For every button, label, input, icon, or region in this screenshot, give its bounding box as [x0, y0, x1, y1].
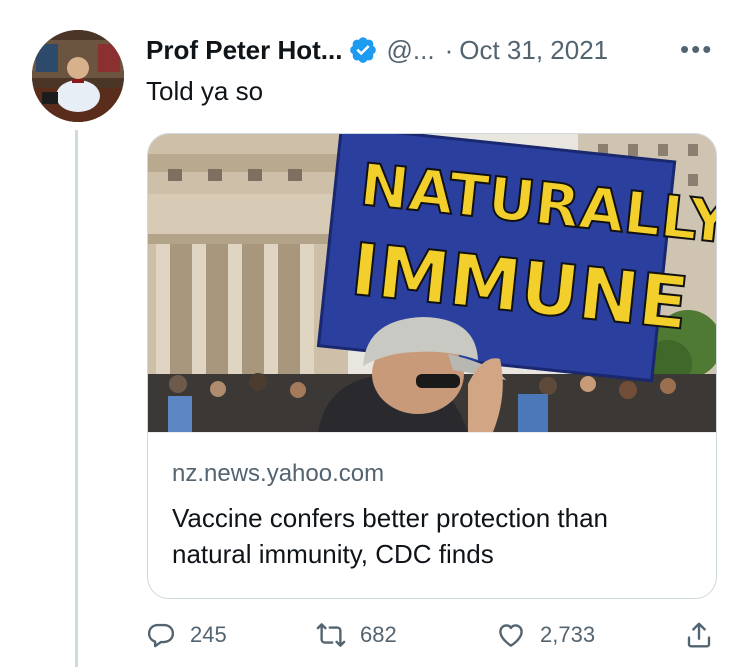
action-bar: 245 682 2,733	[146, 620, 716, 656]
card-domain: nz.news.yahoo.com	[172, 460, 385, 487]
tweet-header: Prof Peter Hot... @... · Oct 31, 2021	[146, 30, 608, 70]
card-title: Vaccine confers better protection than n…	[172, 503, 608, 569]
thread-line	[75, 130, 78, 667]
more-icon[interactable]: •••	[680, 34, 713, 65]
like-count: 2,733	[540, 622, 596, 647]
retweet-count: 682	[360, 622, 397, 647]
like-button[interactable]: 2,733	[496, 620, 595, 650]
card-image: NATURALLY IMMUNE	[148, 134, 716, 432]
reply-icon	[147, 623, 175, 648]
retweet-icon	[316, 623, 346, 647]
author-name[interactable]: Prof Peter Hot...	[146, 35, 342, 66]
header-separator: ·	[444, 34, 454, 65]
tweet-date[interactable]: Oct 31, 2021	[459, 35, 608, 66]
share-button[interactable]	[684, 620, 728, 650]
tweet-text: Told ya so	[146, 76, 264, 106]
like-icon	[499, 624, 523, 647]
retweet-button[interactable]: 682	[316, 620, 397, 650]
verified-badge-icon	[350, 37, 377, 63]
author-handle[interactable]: @...	[386, 35, 434, 66]
reply-count: 245	[190, 622, 227, 647]
reply-button[interactable]: 245	[146, 620, 227, 650]
share-icon	[687, 622, 711, 648]
avatar-photo	[32, 30, 124, 122]
card-divider	[148, 432, 716, 433]
author-avatar[interactable]	[32, 30, 124, 122]
link-card[interactable]: NATURALLY IMMUNE nz.news.yahoo.com Vacci…	[147, 133, 717, 599]
